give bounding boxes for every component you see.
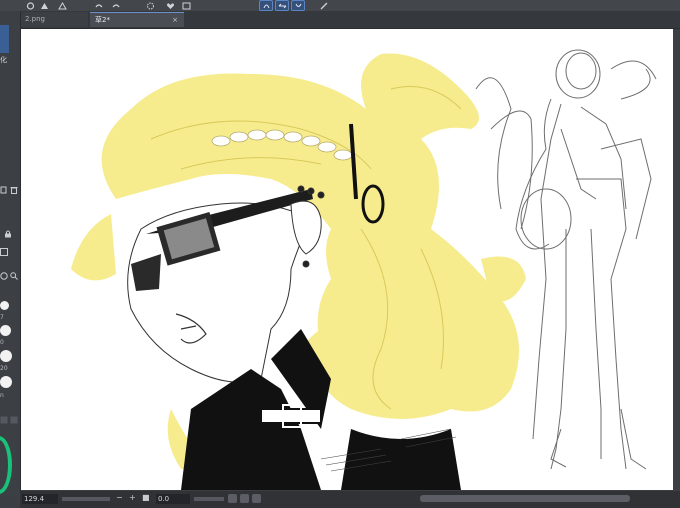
illustration [71, 49, 657, 490]
fit-button[interactable]: ■ [142, 493, 150, 502]
trash-icon[interactable] [10, 179, 18, 194]
brush-size-label: 7 [0, 314, 4, 321]
flip-button[interactable] [252, 494, 261, 503]
tab-label: 草2* [95, 16, 110, 24]
settings-icon[interactable] [24, 1, 36, 10]
brush-size-dot[interactable] [0, 350, 12, 362]
heart-icon[interactable] [164, 1, 176, 10]
zoom-slider[interactable] [62, 497, 110, 501]
panel-text: 化 [0, 56, 7, 64]
angle-slider[interactable] [194, 497, 224, 501]
loading-icon[interactable] [144, 1, 156, 10]
panel-toggle-icon[interactable] [0, 409, 8, 424]
brush-size-dot[interactable] [0, 325, 11, 336]
lock-icon[interactable] [4, 223, 12, 238]
tab-sketch[interactable]: 草2* × [90, 12, 184, 27]
copy-icon[interactable] [0, 179, 8, 194]
rotate-icon[interactable] [259, 0, 273, 11]
zoom-in-button[interactable]: + [129, 493, 136, 502]
tab-2-png[interactable]: 2.png [20, 12, 88, 27]
search-icon[interactable] [10, 265, 18, 280]
triangle-outline-icon[interactable] [56, 1, 68, 10]
brush-size-label: n [0, 392, 4, 399]
color-wheel[interactable] [0, 436, 12, 494]
visibility-icon[interactable] [0, 265, 8, 280]
active-tool-highlight[interactable] [0, 25, 9, 53]
brush-size-label: 20 [0, 365, 8, 372]
vertical-scrollbar[interactable] [673, 29, 680, 490]
zoom-out-button[interactable]: − [116, 493, 123, 502]
document-tab-bar: 2.png 草2* × [20, 11, 680, 29]
status-bar: 129.4 − + ■ 0.0 [20, 491, 680, 508]
undo-icon[interactable] [92, 1, 104, 10]
left-panel: 化 7 0 20 n [0, 11, 21, 496]
close-icon[interactable]: × [172, 13, 178, 28]
layer-icon[interactable] [0, 241, 8, 256]
redo-icon[interactable] [110, 1, 122, 10]
rotate-right-button[interactable] [240, 494, 249, 503]
transform-icon[interactable] [180, 1, 192, 10]
zoom-field[interactable]: 129.4 [22, 494, 58, 504]
flip-horizontal-icon[interactable] [275, 0, 289, 11]
panel-menu-icon[interactable] [10, 409, 18, 424]
horizontal-scrollbar[interactable] [420, 495, 630, 502]
triangle-icon[interactable] [38, 1, 50, 10]
brush-size-dot[interactable] [0, 376, 12, 388]
brush-size-label: 0 [0, 339, 4, 346]
tab-label: 2.png [25, 15, 46, 23]
angle-field[interactable]: 0.0 [156, 494, 190, 504]
drawing-canvas[interactable] [21, 29, 680, 490]
pen-icon[interactable] [318, 1, 330, 10]
rotate-left-button[interactable] [228, 494, 237, 503]
brush-size-dot[interactable] [0, 301, 9, 310]
flip-vertical-icon[interactable] [291, 0, 305, 11]
